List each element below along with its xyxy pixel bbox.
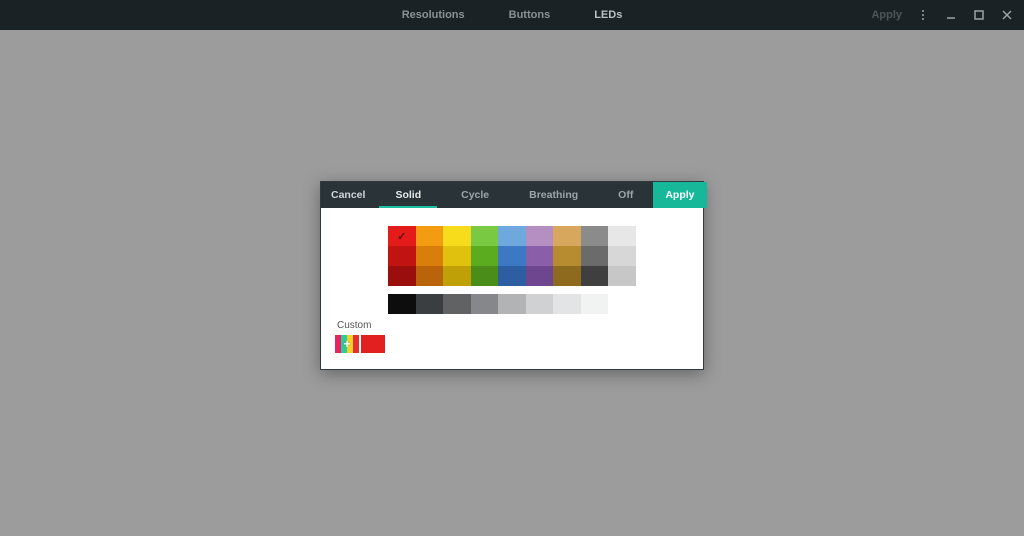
minimize-icon[interactable] xyxy=(944,8,958,22)
color-swatch[interactable] xyxy=(388,294,416,314)
color-swatch[interactable] xyxy=(498,294,526,314)
color-swatch[interactable] xyxy=(498,226,526,246)
tab-breathing[interactable]: Breathing xyxy=(509,182,598,208)
color-palette xyxy=(388,226,636,314)
add-custom-color-button[interactable]: + xyxy=(335,335,359,353)
close-icon[interactable] xyxy=(1000,8,1014,22)
palette-row xyxy=(388,226,636,246)
palette-row xyxy=(388,266,636,286)
color-swatch[interactable] xyxy=(388,246,416,266)
color-swatch[interactable] xyxy=(581,294,609,314)
header-right: Apply xyxy=(871,0,1024,30)
color-swatch[interactable] xyxy=(471,246,499,266)
apply-button[interactable]: Apply xyxy=(653,182,706,208)
color-swatch[interactable] xyxy=(498,246,526,266)
maximize-icon[interactable] xyxy=(972,8,986,22)
color-swatch[interactable] xyxy=(443,266,471,286)
color-swatch[interactable] xyxy=(416,226,444,246)
color-swatch[interactable] xyxy=(471,294,499,314)
color-swatch[interactable] xyxy=(553,266,581,286)
palette-row-neutral xyxy=(388,294,636,314)
custom-row: + xyxy=(335,335,689,353)
color-swatch[interactable] xyxy=(498,266,526,286)
color-swatch[interactable] xyxy=(553,246,581,266)
color-swatch[interactable] xyxy=(526,226,554,246)
palette-row xyxy=(388,246,636,266)
color-swatch[interactable] xyxy=(608,246,636,266)
color-swatch[interactable] xyxy=(553,226,581,246)
custom-label: Custom xyxy=(337,320,689,331)
color-swatch[interactable] xyxy=(416,266,444,286)
color-swatch[interactable] xyxy=(581,226,609,246)
tab-cycle[interactable]: Cycle xyxy=(441,182,509,208)
dialog-body: Custom + xyxy=(321,208,703,369)
color-swatch[interactable] xyxy=(608,226,636,246)
plus-icon: + xyxy=(335,335,359,353)
cancel-button[interactable]: Cancel xyxy=(321,182,375,208)
color-swatch[interactable] xyxy=(388,226,416,246)
color-swatch[interactable] xyxy=(416,246,444,266)
color-swatch[interactable] xyxy=(526,246,554,266)
color-swatch[interactable] xyxy=(608,266,636,286)
tab-off[interactable]: Off xyxy=(598,182,653,208)
color-swatch[interactable] xyxy=(443,246,471,266)
color-swatch[interactable] xyxy=(526,294,554,314)
apply-top-label: Apply xyxy=(871,9,902,21)
color-swatch[interactable] xyxy=(471,226,499,246)
led-color-dialog: Cancel Solid Cycle Breathing Off Apply xyxy=(320,181,704,370)
color-swatch[interactable] xyxy=(416,294,444,314)
dialog-header: Cancel Solid Cycle Breathing Off Apply xyxy=(321,182,703,208)
color-swatch[interactable] xyxy=(553,294,581,314)
color-swatch[interactable] xyxy=(388,266,416,286)
color-swatch[interactable] xyxy=(581,266,609,286)
color-swatch[interactable] xyxy=(608,294,636,314)
custom-color-swatch[interactable] xyxy=(361,335,385,353)
color-swatch[interactable] xyxy=(526,266,554,286)
color-swatch[interactable] xyxy=(443,294,471,314)
dialog-tabs: Solid Cycle Breathing Off xyxy=(375,182,653,208)
app-header: Resolutions Buttons LEDs Apply xyxy=(0,0,1024,30)
color-swatch[interactable] xyxy=(443,226,471,246)
color-swatch[interactable] xyxy=(581,246,609,266)
kebab-menu-icon[interactable] xyxy=(916,8,930,22)
tab-solid[interactable]: Solid xyxy=(375,182,441,208)
color-swatch[interactable] xyxy=(471,266,499,286)
